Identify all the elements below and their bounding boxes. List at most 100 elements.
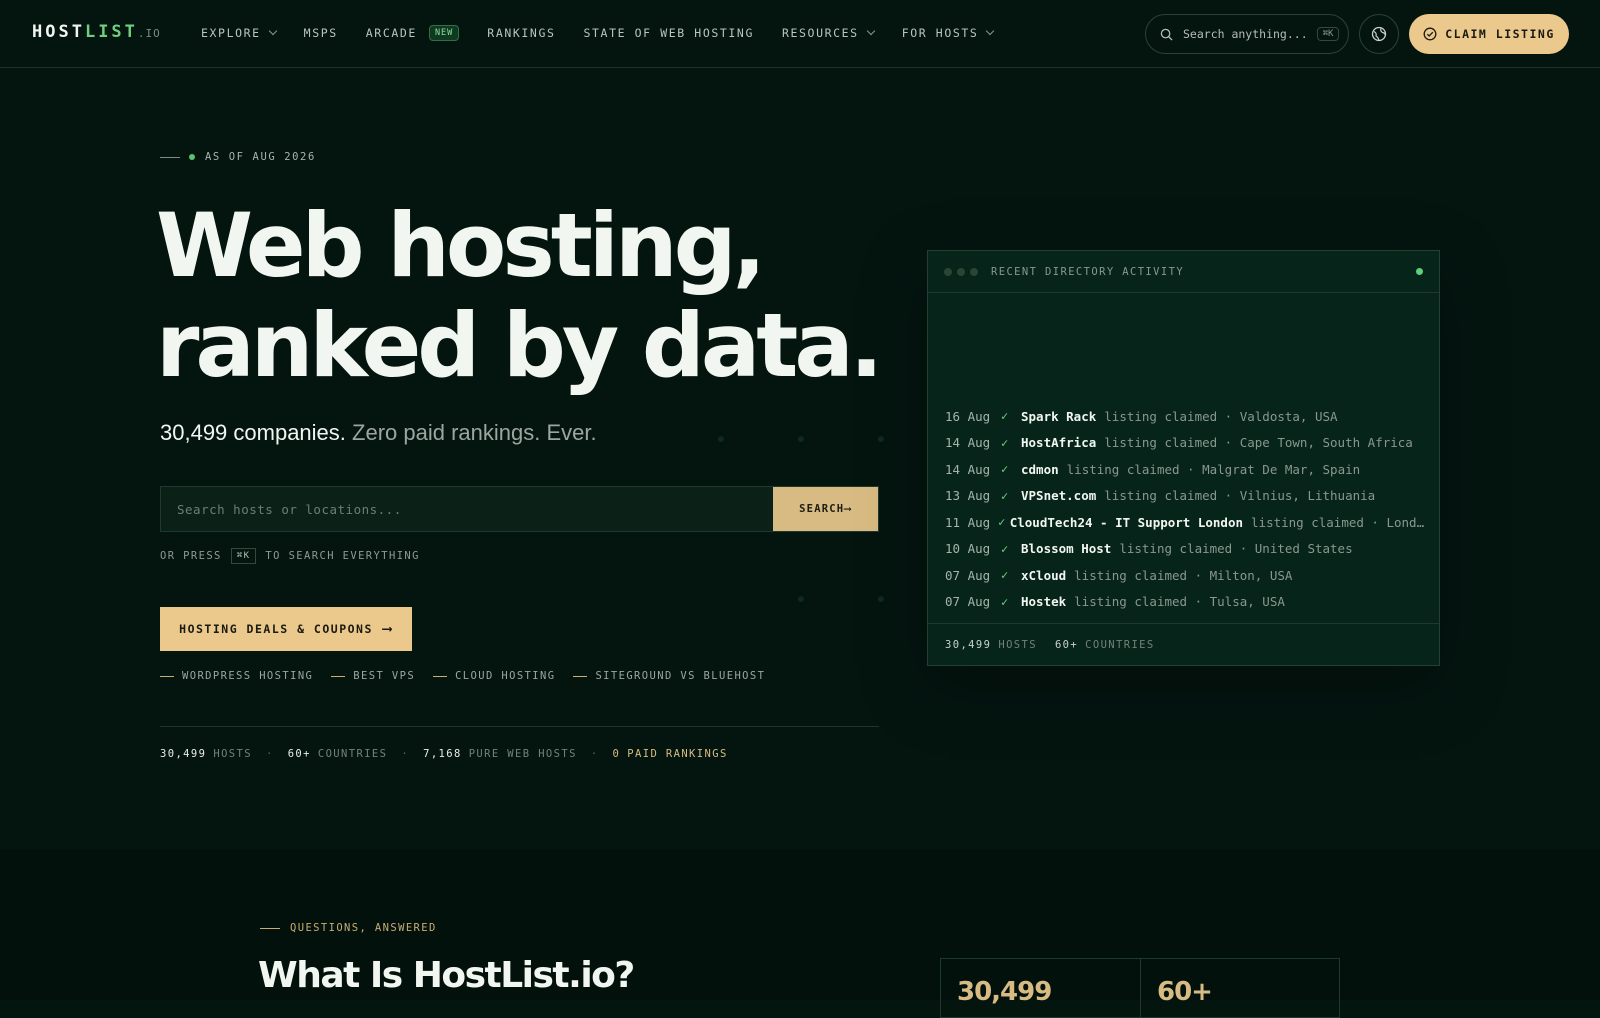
activity-panel-header: RECENT DIRECTORY ACTIVITY	[928, 251, 1439, 293]
activity-row[interactable]: 16 Aug ✓ Spark Rack listing claimed · Valdo…	[945, 403, 1425, 430]
stat-separator: ·	[401, 748, 410, 760]
faq-stat-countries: 60+	[1140, 959, 1339, 1017]
activity-date: 07 Aug	[945, 594, 991, 610]
claim-listing-label: CLAIM LISTING	[1445, 27, 1555, 41]
activity-date: 11 Aug	[945, 514, 991, 530]
quick-link-siteground-vs-bluehost[interactable]: SITEGROUND VS BLUEHOST	[573, 670, 765, 682]
footer-hosts-label: HOSTS	[998, 638, 1037, 651]
activity-host-name: cdmon	[1021, 461, 1059, 477]
eyebrow-line	[260, 927, 280, 929]
stat-hosts-value: 30,499	[160, 748, 207, 760]
activity-feed: 16 Aug ✓ Spark Rack listing claimed · Valdo…	[945, 403, 1425, 615]
claim-listing-button[interactable]: CLAIM LISTING	[1409, 14, 1569, 54]
stat-separator: ·	[590, 748, 599, 760]
activity-row[interactable]: 13 Aug ✓ VPSnet.com listing claimed · Vilni…	[945, 483, 1425, 510]
faq-stat-hosts: 30,499	[957, 977, 1052, 1007]
nav-msps-label: MSPS	[303, 26, 338, 40]
activity-row[interactable]: 14 Aug ✓ HostAfrica listing claimed · Cape …	[945, 430, 1425, 457]
faq-eyebrow-text: QUESTIONS, ANSWERED	[290, 922, 437, 934]
nav-for-hosts[interactable]: FOR HOSTS	[902, 26, 995, 40]
activity-panel: RECENT DIRECTORY ACTIVITY 16 Aug ✓ Spark R…	[927, 250, 1440, 666]
search-icon	[1160, 28, 1173, 41]
check-icon: ✓	[1001, 462, 1009, 477]
stat-hosts-label: HOSTS	[213, 748, 252, 760]
faq-eyebrow: QUESTIONS, ANSWERED	[260, 922, 437, 934]
nav-explore[interactable]: EXPLORE	[201, 26, 277, 40]
stat-pure-hosts-value: 7,168	[423, 748, 462, 760]
nav-state-of-web-hosting[interactable]: STATE OF WEB HOSTING	[584, 26, 754, 40]
hero-search-input[interactable]	[161, 487, 773, 531]
dash-icon	[331, 675, 346, 677]
activity-detail: listing claimed · Tulsa, USA	[1074, 594, 1285, 610]
arrow-right-icon: ⟶	[844, 503, 852, 515]
decorative-dot	[798, 596, 804, 602]
window-dot-icon	[970, 267, 978, 276]
stat-paid-rankings-label: PAID RANKINGS	[627, 748, 728, 760]
quick-link-label: SITEGROUND VS BLUEHOST	[595, 670, 766, 682]
quick-link-best-vps[interactable]: BEST VPS	[331, 670, 415, 682]
activity-row[interactable]: 11 Aug ✓ CloudTech24 - IT Support London li…	[945, 509, 1425, 536]
chevron-down-icon	[866, 26, 875, 36]
nav-links: EXPLORE MSPS ARCADE NEW RANKINGS STATE OF…	[201, 25, 1021, 41]
decorative-dot	[798, 436, 804, 442]
hint-suffix: TO SEARCH EVERYTHING	[265, 550, 420, 562]
global-search-button[interactable]: Search anything... ⌘K	[1145, 14, 1349, 54]
nav-arcade[interactable]: ARCADE NEW	[366, 25, 460, 41]
hint-key: ⌘K	[230, 548, 257, 564]
activity-detail: listing claimed · Milton, USA	[1074, 567, 1293, 583]
hero-search-button[interactable]: SEARCH ⟶	[773, 487, 878, 531]
stat-countries-value: 60+	[287, 748, 311, 760]
dash-icon	[160, 675, 174, 677]
check-icon: ✓	[1001, 435, 1009, 450]
globe-icon	[1371, 26, 1387, 42]
hero-stats: 30,499 HOSTS · 60+ COUNTRIES · 7,168 PURE W…	[160, 748, 728, 760]
activity-date: 14 Aug	[945, 461, 991, 477]
dash-icon	[573, 675, 588, 677]
eyebrow-line	[160, 156, 180, 158]
activity-detail: listing claimed · Vilnius, Lithuania	[1104, 488, 1376, 504]
decorative-dot	[878, 436, 884, 442]
quick-link-cloud-hosting[interactable]: CLOUD HOSTING	[433, 670, 555, 682]
stat-countries-label: COUNTRIES	[317, 748, 388, 760]
activity-row[interactable]: 14 Aug ✓ cdmon listing claimed · Malgrat De…	[945, 456, 1425, 483]
live-indicator-icon	[1416, 268, 1423, 275]
footer-countries-value: 60+	[1054, 638, 1079, 651]
activity-row[interactable]: 10 Aug ✓ Blossom Host listing claimed · Uni…	[945, 536, 1425, 563]
check-icon: ✓	[1001, 488, 1009, 503]
activity-date: 13 Aug	[945, 488, 991, 504]
nav-arcade-label: ARCADE	[365, 26, 417, 40]
logo[interactable]: HOSTLIST.IO	[32, 22, 161, 42]
hero-subline: 30,499 companies. Zero paid rankings. Ev…	[160, 420, 597, 446]
activity-detail: listing claimed · Cape Town, South Afric…	[1104, 435, 1413, 451]
nav-rankings[interactable]: RANKINGS	[487, 26, 555, 40]
nav-resources[interactable]: RESOURCES	[782, 26, 875, 40]
activity-row[interactable]: 07 Aug ✓ xCloud listing claimed · Milton, U…	[945, 562, 1425, 589]
check-icon: ✓	[1001, 541, 1009, 556]
subline-rest: Zero paid rankings. Ever.	[352, 420, 597, 445]
quick-link-wordpress-hosting[interactable]: WORDPRESS HOSTING	[160, 670, 313, 682]
check-icon: ✓	[1001, 568, 1009, 583]
quick-link-label: CLOUD HOSTING	[455, 670, 556, 682]
logo-list: LIST	[84, 22, 138, 42]
hero-eyebrow: AS OF AUG 2026	[160, 151, 316, 163]
search-shortcut-key: ⌘K	[1316, 27, 1340, 41]
global-search-label: Search anything...	[1183, 27, 1308, 41]
arrow-right-icon: ⟶	[382, 621, 393, 637]
nav-msps[interactable]: MSPS	[304, 26, 338, 40]
activity-detail: listing claimed · Valdosta, USA	[1104, 408, 1338, 424]
activity-date: 14 Aug	[945, 435, 991, 451]
faq-title: What Is HostList.io?	[258, 955, 635, 996]
new-badge: NEW	[428, 25, 460, 41]
check-icon: ✓	[1001, 409, 1009, 424]
theme-toggle-button[interactable]	[1359, 14, 1399, 54]
hosting-deals-button[interactable]: HOSTING DEALS & COUPONS ⟶	[160, 607, 412, 651]
keyboard-hint: OR PRESS ⌘K TO SEARCH EVERYTHING	[160, 548, 420, 564]
activity-host-name: VPSnet.com	[1021, 488, 1097, 504]
headline-line-1: Web hosting,	[156, 194, 766, 297]
activity-detail: listing claimed · London, United Kingdom	[1251, 514, 1425, 530]
dash-icon	[433, 675, 448, 677]
activity-row[interactable]: 07 Aug ✓ Hostek listing claimed · Tulsa, US…	[945, 589, 1425, 616]
nav-rankings-label: RANKINGS	[487, 26, 556, 40]
activity-host-name: xCloud	[1021, 567, 1067, 583]
divider	[160, 726, 879, 727]
